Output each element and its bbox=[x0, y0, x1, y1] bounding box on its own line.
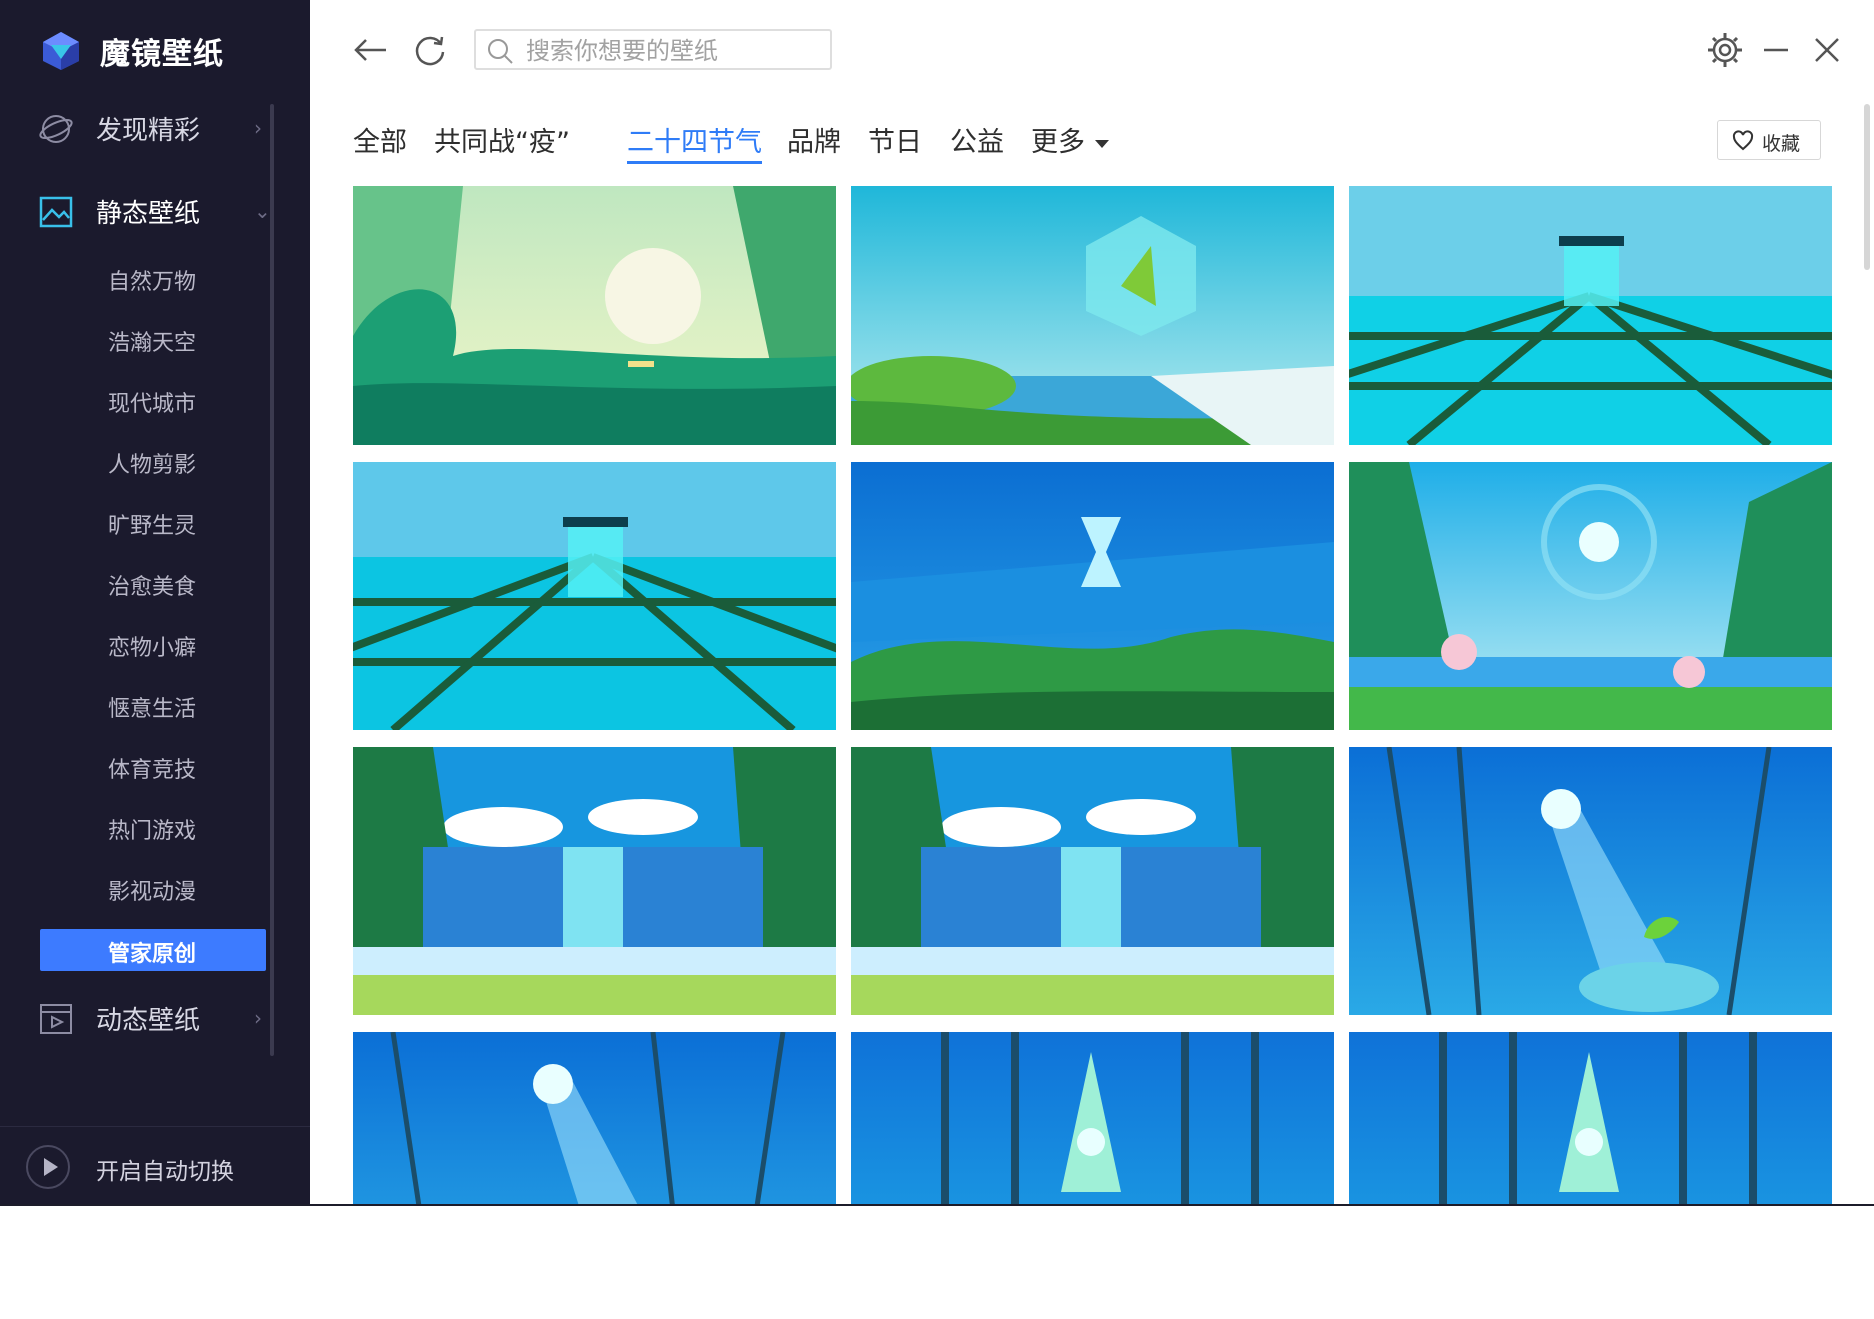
waterfall-valley-image bbox=[851, 747, 1334, 1015]
wallpaper-thumbnail[interactable] bbox=[353, 1032, 836, 1204]
nav-discover-label: 发现精彩 bbox=[96, 115, 201, 146]
brand: 魔镜壁纸 bbox=[40, 30, 224, 72]
auto-switch-label: 开启自动切换 bbox=[96, 1159, 234, 1185]
auto-switch[interactable]: 开启自动切换 bbox=[0, 1126, 310, 1204]
sub-item[interactable]: 影视动漫 bbox=[108, 874, 196, 906]
back-arrow-icon[interactable] bbox=[350, 30, 390, 70]
sub-item-active-label: 管家原创 bbox=[108, 942, 197, 967]
favorite-label: 收藏 bbox=[1762, 133, 1801, 155]
search-input[interactable] bbox=[524, 35, 818, 67]
content-scrollbar[interactable] bbox=[1864, 104, 1870, 270]
sub-item[interactable]: 恋物小癖 bbox=[108, 630, 196, 662]
waterfall-valley-image bbox=[353, 747, 836, 1015]
minimize-icon[interactable] bbox=[1756, 30, 1796, 70]
wallpaper-thumbnail[interactable] bbox=[1349, 1032, 1832, 1204]
close-icon[interactable] bbox=[1807, 30, 1847, 70]
wallpaper-thumbnail[interactable] bbox=[851, 186, 1334, 445]
tab-holiday[interactable]: 节日 bbox=[868, 120, 922, 159]
search-icon bbox=[488, 39, 513, 64]
sub-item[interactable]: 人物剪影 bbox=[108, 447, 196, 479]
caret-down-icon bbox=[1095, 139, 1109, 148]
wallpaper-thumbnail[interactable] bbox=[353, 186, 836, 445]
wallpaper-thumbnail[interactable] bbox=[1349, 462, 1832, 730]
sub-item[interactable]: 体育竞技 bbox=[108, 752, 196, 784]
planet-icon bbox=[39, 115, 73, 143]
sidebar: 魔镜壁纸 发现精彩 › 静态壁纸 ⌄ 自然万物 浩瀚天空 现代城市 人物剪影 旷… bbox=[0, 0, 310, 1204]
nav-discover[interactable]: 发现精彩 › bbox=[0, 93, 275, 163]
sub-item[interactable]: 治愈美食 bbox=[108, 569, 196, 601]
tab-more-label: 更多 bbox=[1031, 127, 1085, 158]
tab-brand[interactable]: 品牌 bbox=[787, 120, 841, 159]
main-content: 全部 共同战“疫” 二十四节气 品牌 节日 公益 更多 收藏 bbox=[310, 0, 1874, 1204]
hourglass-lake-image bbox=[851, 462, 1334, 730]
nav-dynamic-wallpaper[interactable]: 动态壁纸 › bbox=[0, 983, 275, 1053]
sidebar-scrollbar[interactable] bbox=[270, 104, 274, 1056]
wallpaper-thumbnail[interactable] bbox=[353, 747, 836, 1015]
settings-gear-icon[interactable] bbox=[1705, 30, 1745, 70]
app-title: 魔镜壁纸 bbox=[100, 37, 224, 72]
refresh-icon[interactable] bbox=[410, 30, 450, 70]
nav-static-label: 静态壁纸 bbox=[96, 198, 201, 229]
chevron-down-icon: ⌄ bbox=[254, 199, 271, 223]
chevron-right-icon: › bbox=[254, 1006, 262, 1030]
video-frame-icon bbox=[40, 1004, 72, 1034]
search-box[interactable] bbox=[474, 29, 832, 70]
wallpaper-thumbnail[interactable] bbox=[851, 747, 1334, 1015]
wave-surfer-image bbox=[353, 186, 836, 445]
nav-static-wallpaper[interactable]: 静态壁纸 ⌄ bbox=[0, 176, 275, 246]
sub-item[interactable]: 现代城市 bbox=[108, 386, 196, 418]
forest-sprout-image bbox=[1349, 747, 1832, 1015]
bamboo-tree-image bbox=[851, 1032, 1334, 1204]
play-icon[interactable] bbox=[26, 1145, 70, 1189]
image-frame-icon bbox=[39, 196, 73, 228]
forest-beam-image bbox=[353, 1032, 836, 1204]
grid-field-image bbox=[1349, 186, 1832, 445]
tab-solar-terms[interactable]: 二十四节气 bbox=[627, 120, 762, 164]
tab-all[interactable]: 全部 bbox=[353, 120, 407, 159]
sub-item[interactable]: 热门游戏 bbox=[108, 813, 196, 845]
wallpaper-grid bbox=[353, 186, 1833, 1204]
crystal-cube-image bbox=[851, 186, 1334, 445]
sub-item[interactable]: 旷野生灵 bbox=[108, 508, 196, 540]
sub-item[interactable]: 浩瀚天空 bbox=[108, 325, 196, 357]
chevron-right-icon: › bbox=[254, 116, 262, 140]
grid-field-image bbox=[353, 462, 836, 730]
bamboo-tree-image bbox=[1349, 1032, 1832, 1204]
logo-icon bbox=[43, 32, 79, 70]
tab-more[interactable]: 更多 bbox=[1031, 120, 1109, 159]
windmill-bay-image bbox=[1349, 462, 1832, 730]
wallpaper-thumbnail[interactable] bbox=[1349, 186, 1832, 445]
tab-fight-epidemic[interactable]: 共同战“疫” bbox=[434, 120, 570, 159]
heart-icon bbox=[1732, 130, 1754, 151]
sub-item-active[interactable]: 管家原创 bbox=[40, 929, 266, 971]
wallpaper-thumbnail[interactable] bbox=[851, 462, 1334, 730]
wallpaper-thumbnail[interactable] bbox=[353, 462, 836, 730]
sub-item[interactable]: 惬意生活 bbox=[108, 691, 196, 723]
wallpaper-thumbnail[interactable] bbox=[851, 1032, 1334, 1204]
wallpaper-thumbnail[interactable] bbox=[1349, 747, 1832, 1015]
favorite-button[interactable]: 收藏 bbox=[1717, 120, 1821, 160]
tab-public-welfare[interactable]: 公益 bbox=[950, 120, 1004, 159]
sub-item[interactable]: 自然万物 bbox=[108, 264, 196, 296]
nav-dynamic-label: 动态壁纸 bbox=[96, 1005, 201, 1036]
